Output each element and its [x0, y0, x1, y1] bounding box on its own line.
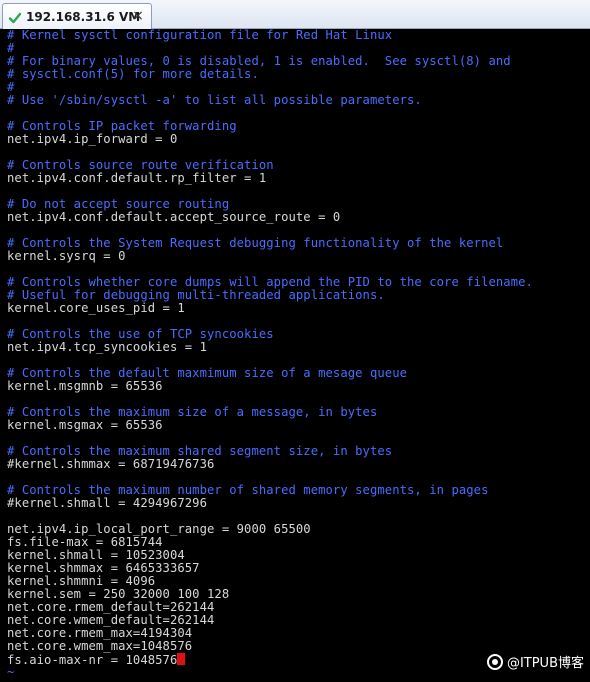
comment-text: # Controls the use of TCP syncookies: [7, 327, 274, 341]
config-text: #kernel.shmmax = 68719476736: [7, 457, 215, 471]
config-text: net.ipv4.ip_local_port_range = 9000 6550…: [7, 522, 311, 536]
text-cursor: [177, 653, 186, 665]
tab-title: 192.168.31.6 VM: [26, 9, 141, 24]
tab-close-icon[interactable]: ×: [130, 8, 146, 24]
config-text: kernel.shmmni = 4096: [7, 574, 156, 588]
comment-line: # Use '/sbin/sysctl -a' to list all poss…: [7, 94, 590, 107]
config-text: kernel.shmmax = 6465333657: [7, 561, 200, 575]
comment-text: # Controls the System Request debugging …: [7, 236, 504, 250]
config-text: net.core.rmem_max=4194304: [7, 626, 193, 640]
config-text: kernel.msgmnb = 65536: [7, 379, 163, 393]
config-text: net.ipv4.ip_forward = 0: [7, 132, 178, 146]
config-text: net.core.rmem_default=262144: [7, 600, 215, 614]
comment-text: # Controls IP packet forwarding: [7, 119, 237, 133]
watermark: @ITPUB博客: [486, 652, 584, 671]
comment-text: # Useful for debugging multi-threaded ap…: [7, 288, 385, 302]
config-text: kernel.sysrq = 0: [7, 249, 126, 263]
config-text: net.core.wmem_max=1048576: [7, 639, 193, 653]
comment-text: # For binary values, 0 is disabled, 1 is…: [7, 54, 511, 68]
tab-bar: 192.168.31.6 VM ×: [0, 0, 590, 29]
config-line: net.ipv4.tcp_syncookies = 1: [7, 341, 590, 354]
watermark-text: @ITPUB博客: [506, 656, 584, 671]
config-line: #kernel.shmall = 4294967296: [7, 497, 590, 510]
comment-text: # Kernel sysctl configuration file for R…: [7, 29, 393, 42]
comment-text: #: [7, 41, 15, 55]
terminal-screen[interactable]: # Kernel sysctl configuration file for R…: [0, 29, 590, 682]
config-text: net.ipv4.tcp_syncookies = 1: [7, 340, 208, 354]
session-tab[interactable]: 192.168.31.6 VM ×: [2, 3, 152, 29]
config-line: net.ipv4.conf.default.rp_filter = 1: [7, 172, 590, 185]
config-text: kernel.shmall = 10523004: [7, 548, 185, 562]
config-text: net.core.wmem_default=262144: [7, 613, 215, 627]
config-line: kernel.sysrq = 0: [7, 250, 590, 263]
config-line: net.ipv4.ip_forward = 0: [7, 133, 590, 146]
comment-text: # Controls the maximum shared segment si…: [7, 444, 393, 458]
config-text: net.ipv4.conf.default.rp_filter = 1: [7, 171, 267, 185]
config-line: kernel.msgmax = 65536: [7, 419, 590, 432]
config-text: fs.file-max = 6815744: [7, 535, 163, 549]
comment-line: # Kernel sysctl configuration file for R…: [7, 29, 590, 42]
comment-text: #: [7, 80, 15, 94]
comment-text: # Controls source route verification: [7, 158, 274, 172]
config-text: fs.aio-max-nr = 1048576: [7, 653, 178, 667]
comment-text: # Do not accept source routing: [7, 197, 230, 211]
comment-text: # sysctl.conf(5) for more details.: [7, 67, 259, 81]
config-text: #kernel.shmall = 4294967296: [7, 496, 208, 510]
config-line: net.ipv4.conf.default.accept_source_rout…: [7, 211, 590, 224]
tilde-marker: ~: [7, 665, 15, 679]
connected-check-icon: [8, 10, 22, 24]
config-line: #kernel.shmmax = 68719476736: [7, 458, 590, 471]
config-text: kernel.sem = 250 32000 100 128: [7, 587, 230, 601]
comment-text: # Use '/sbin/sysctl -a' to list all poss…: [7, 93, 422, 107]
config-text: kernel.core_uses_pid = 1: [7, 301, 185, 315]
comment-line: # sysctl.conf(5) for more details.: [7, 68, 590, 81]
comment-text: # Controls the default maxmimum size of …: [7, 366, 408, 380]
config-text: net.ipv4.conf.default.accept_source_rout…: [7, 210, 341, 224]
comment-text: # Controls the maximum size of a message…: [7, 405, 378, 419]
itpub-logo-icon: [486, 653, 503, 670]
config-text: kernel.msgmax = 65536: [7, 418, 163, 432]
config-line: kernel.core_uses_pid = 1: [7, 302, 590, 315]
comment-text: # Controls whether core dumps will appen…: [7, 275, 533, 289]
comment-text: # Controls the maximum number of shared …: [7, 483, 489, 497]
config-line: kernel.msgmnb = 65536: [7, 380, 590, 393]
